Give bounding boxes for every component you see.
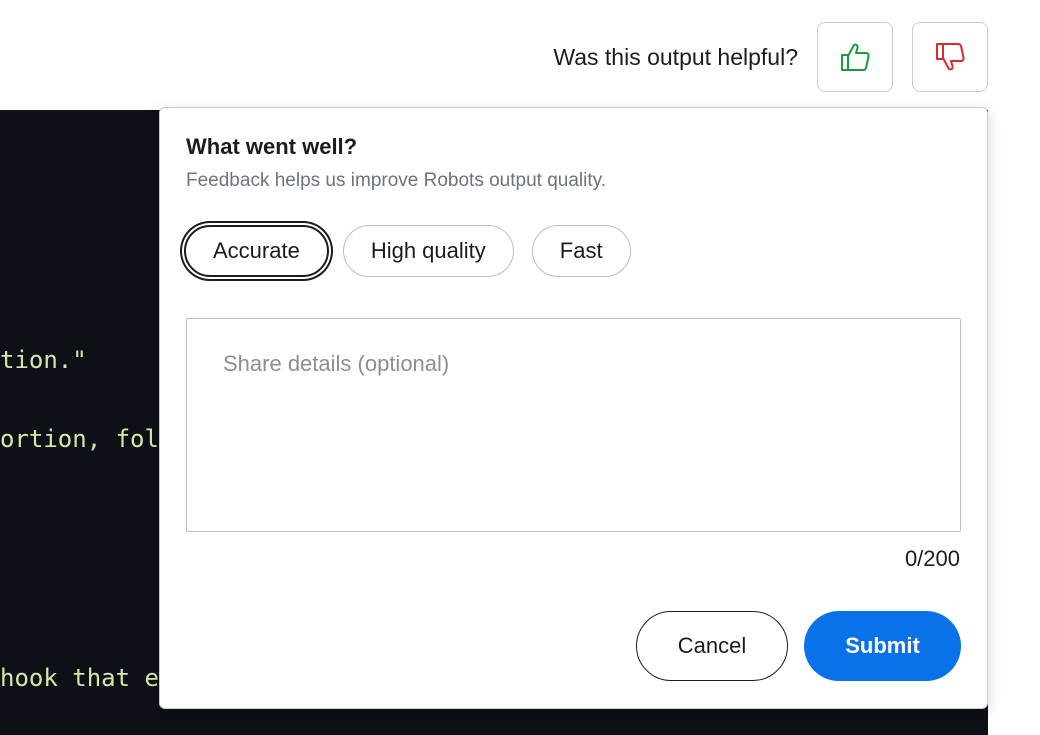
cancel-button[interactable]: Cancel: [636, 611, 788, 681]
feedback-bar: Was this output helpful?: [553, 22, 988, 92]
details-input[interactable]: [186, 318, 961, 532]
feedback-popover: What went well? Feedback helps us improv…: [159, 107, 988, 709]
thumbs-up-button[interactable]: [817, 22, 893, 92]
popover-subtitle: Feedback helps us improve Robots output …: [186, 170, 606, 191]
chip-fast[interactable]: Fast: [531, 225, 631, 277]
char-count: 0/200: [904, 546, 960, 571]
chip-accurate[interactable]: Accurate: [184, 225, 329, 277]
popover-title: What went well?: [186, 134, 358, 159]
feedback-question: Was this output helpful?: [553, 43, 798, 70]
page: tion." ortion, fol hook that e Was this …: [0, 0, 1040, 735]
popover-actions: Cancel Submit: [636, 611, 961, 681]
thumbs-up-icon: [841, 43, 870, 71]
code-line: tion.": [0, 346, 87, 374]
feedback-chips: Accurate High quality Fast: [182, 225, 649, 277]
code-line: hook that e: [0, 664, 159, 692]
chip-high-quality[interactable]: High quality: [342, 225, 514, 277]
thumbs-down-button[interactable]: [912, 22, 988, 92]
thumbs-down-icon: [936, 43, 965, 71]
code-line: ortion, fol: [0, 425, 159, 453]
submit-button[interactable]: Submit: [804, 611, 961, 681]
